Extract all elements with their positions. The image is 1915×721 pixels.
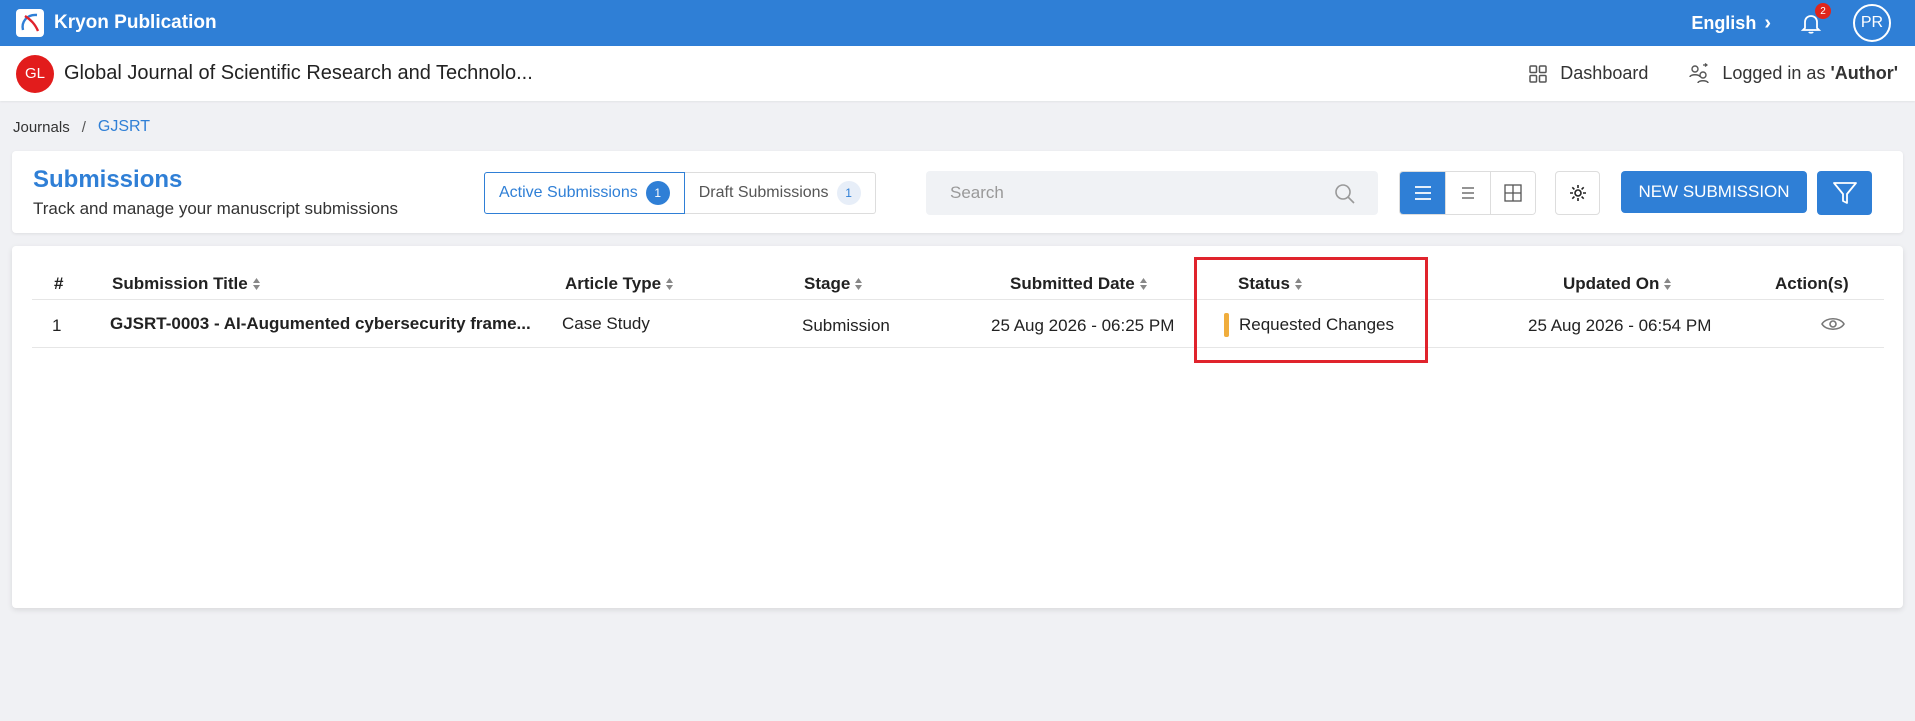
column-header-updated-on[interactable]: Updated On bbox=[1563, 274, 1672, 294]
column-label: Updated On bbox=[1563, 274, 1660, 293]
tab-draft-submissions[interactable]: Draft Submissions 1 bbox=[684, 172, 876, 214]
cell-updated-on: 25 Aug 2026 - 06:54 PM bbox=[1528, 316, 1712, 335]
search-icon[interactable] bbox=[1334, 183, 1356, 205]
notifications-button[interactable]: 2 bbox=[1797, 3, 1831, 37]
logged-in-role[interactable]: Logged in as 'Author' bbox=[1688, 62, 1898, 85]
view-toggle-group bbox=[1399, 171, 1536, 215]
cell-number: 1 bbox=[52, 316, 62, 335]
settings-button[interactable] bbox=[1555, 171, 1600, 215]
eye-icon[interactable] bbox=[1821, 315, 1845, 333]
sort-icon bbox=[1139, 277, 1148, 291]
compact-list-icon bbox=[1462, 187, 1474, 199]
filter-button[interactable] bbox=[1817, 171, 1872, 215]
brand[interactable]: Kryon Publication bbox=[16, 9, 217, 37]
new-submission-button[interactable]: NEW SUBMISSION bbox=[1621, 171, 1807, 213]
breadcrumb: Journals / GJSRT bbox=[13, 118, 150, 136]
breadcrumb-current: GJSRT bbox=[97, 118, 151, 135]
column-label: Stage bbox=[804, 274, 851, 293]
list-icon bbox=[1414, 186, 1431, 200]
column-header-article-type[interactable]: Article Type bbox=[565, 274, 674, 294]
sort-icon bbox=[665, 277, 674, 291]
cell-stage: Submission bbox=[802, 316, 890, 335]
page-title: Submissions bbox=[33, 166, 183, 193]
notification-badge: 2 bbox=[1815, 3, 1831, 19]
column-header-actions: Action(s) bbox=[1775, 274, 1849, 294]
column-header-submitted-date[interactable]: Submitted Date bbox=[1010, 274, 1148, 294]
column-label: Article Type bbox=[565, 274, 662, 293]
journal-title: Global Journal of Scientific Research an… bbox=[64, 62, 533, 84]
column-label: Submission Title bbox=[112, 274, 248, 293]
tab-label: Draft Submissions bbox=[698, 184, 829, 201]
sort-icon bbox=[1663, 277, 1672, 291]
cell-submitted-date: 25 Aug 2026 - 06:25 PM bbox=[991, 316, 1175, 335]
tab-active-submissions[interactable]: Active Submissions 1 bbox=[484, 172, 685, 214]
table-row[interactable]: 1 GJSRT-0003 - AI-Augumented cybersecuri… bbox=[32, 302, 1884, 348]
status-highlight-box bbox=[1194, 257, 1428, 363]
search-box bbox=[926, 171, 1378, 215]
dashboard-label: Dashboard bbox=[1560, 63, 1649, 83]
logged-in-role-name: 'Author' bbox=[1830, 63, 1898, 83]
language-label: English bbox=[1691, 12, 1757, 33]
chevron-right-icon: › bbox=[1764, 11, 1771, 34]
language-selector[interactable]: English › bbox=[1691, 12, 1771, 35]
filter-icon bbox=[1832, 182, 1857, 204]
breadcrumb-separator: / bbox=[81, 118, 86, 136]
column-header-title[interactable]: Submission Title bbox=[112, 274, 261, 294]
column-label: Submitted Date bbox=[1010, 274, 1135, 293]
grid-view-button[interactable] bbox=[1490, 172, 1535, 214]
column-label: Action(s) bbox=[1775, 274, 1849, 293]
submissions-table: # Submission Title Article Type Stage Su… bbox=[12, 246, 1903, 608]
dashboard-link[interactable]: Dashboard bbox=[1528, 63, 1648, 84]
column-header-stage[interactable]: Stage bbox=[804, 274, 863, 294]
table-header: # Submission Title Article Type Stage Su… bbox=[32, 264, 1884, 300]
sort-icon bbox=[252, 277, 261, 291]
brand-logo-icon bbox=[16, 9, 44, 37]
gear-icon bbox=[1569, 185, 1586, 201]
logged-in-prefix: Logged in as bbox=[1722, 63, 1831, 83]
column-header-number: # bbox=[54, 274, 63, 294]
grid-icon bbox=[1529, 64, 1548, 83]
user-avatar[interactable]: PR bbox=[1853, 4, 1891, 42]
column-label: # bbox=[54, 274, 64, 293]
cell-title[interactable]: GJSRT-0003 - AI-Augumented cybersecurity… bbox=[110, 314, 531, 334]
users-switch-icon bbox=[1689, 62, 1710, 83]
breadcrumb-journals[interactable]: Journals bbox=[13, 119, 70, 136]
cell-article-type: Case Study bbox=[562, 314, 650, 333]
search-input[interactable] bbox=[926, 183, 1316, 203]
compact-list-view-button[interactable] bbox=[1445, 172, 1490, 214]
top-bar: Kryon Publication English › 2 PR bbox=[0, 0, 1915, 46]
submission-tabs: Active Submissions 1 Draft Submissions 1 bbox=[484, 172, 876, 214]
sort-icon bbox=[854, 277, 863, 291]
submissions-toolbar-card: Submissions Track and manage your manusc… bbox=[12, 151, 1903, 233]
list-view-button[interactable] bbox=[1400, 172, 1445, 214]
tab-label: Active Submissions bbox=[499, 184, 638, 201]
tab-count-badge: 1 bbox=[645, 181, 670, 205]
journal-header: GL Global Journal of Scientific Research… bbox=[0, 46, 1915, 101]
page-subtitle: Track and manage your manuscript submiss… bbox=[33, 199, 399, 218]
tab-count-badge: 1 bbox=[836, 181, 861, 205]
table-grid-icon bbox=[1504, 184, 1522, 202]
app-name: Kryon Publication bbox=[54, 12, 217, 33]
journal-logo: GL bbox=[16, 54, 54, 93]
